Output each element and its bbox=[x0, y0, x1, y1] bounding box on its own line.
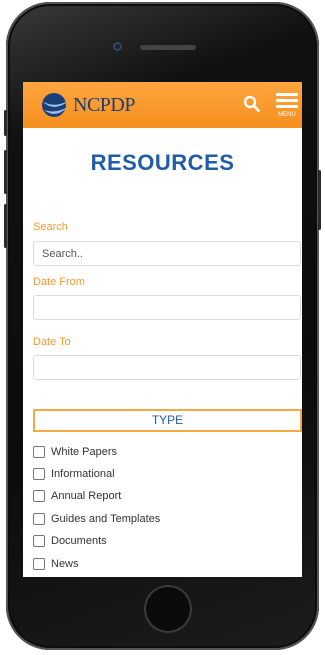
checkbox[interactable] bbox=[33, 558, 45, 570]
hamburger-menu-button[interactable]: MENU bbox=[274, 91, 300, 121]
search-label: Search bbox=[33, 221, 68, 233]
checkbox[interactable] bbox=[33, 446, 45, 458]
menu-label: MENU bbox=[278, 112, 296, 118]
ncpdp-logo[interactable]: NCPDP bbox=[41, 91, 135, 119]
option-label: Annual Report bbox=[51, 490, 122, 502]
site-header: NCPDP MENU bbox=[23, 82, 302, 128]
type-option-news[interactable]: News bbox=[33, 556, 79, 572]
phone-power-button bbox=[318, 170, 321, 230]
checkbox[interactable] bbox=[33, 490, 45, 502]
option-label: Guides and Templates bbox=[51, 513, 161, 525]
camera-icon bbox=[113, 42, 122, 51]
phone-volume-down bbox=[4, 204, 7, 248]
type-option-documents[interactable]: Documents bbox=[33, 533, 107, 549]
option-label: Documents bbox=[51, 535, 107, 547]
phone-volume-up bbox=[4, 150, 7, 194]
page-title: RESOURCES bbox=[90, 150, 235, 175]
date-to-input[interactable] bbox=[33, 355, 301, 380]
date-from-input[interactable] bbox=[33, 295, 301, 320]
home-button[interactable] bbox=[144, 585, 192, 633]
checkbox[interactable] bbox=[33, 513, 45, 525]
hamburger-menu-icon bbox=[276, 93, 298, 96]
type-option-guides-and-templates[interactable]: Guides and Templates bbox=[33, 511, 160, 527]
type-section-header[interactable]: TYPE bbox=[33, 409, 302, 432]
logo-text: NCPDP bbox=[73, 93, 135, 116]
type-option-informational[interactable]: Informational bbox=[33, 466, 115, 482]
search-icon[interactable] bbox=[243, 95, 261, 113]
date-from-label: Date From bbox=[33, 276, 85, 288]
type-option-white-papers[interactable]: White Papers bbox=[33, 444, 117, 460]
option-label: White Papers bbox=[51, 446, 118, 458]
logo-mark-icon bbox=[42, 93, 70, 117]
search-input[interactable] bbox=[33, 241, 301, 266]
checkbox[interactable] bbox=[33, 535, 45, 547]
type-option-annual-report[interactable]: Annual Report bbox=[33, 488, 121, 504]
speaker-grille bbox=[140, 45, 196, 50]
screen: NCPDP MENU RESOURCES Search Date From Da… bbox=[23, 82, 302, 577]
phone-mute-switch bbox=[4, 110, 7, 136]
option-label: News bbox=[51, 558, 79, 570]
option-label: Informational bbox=[51, 468, 115, 480]
checkbox[interactable] bbox=[33, 468, 45, 480]
date-to-label: Date To bbox=[33, 336, 71, 348]
